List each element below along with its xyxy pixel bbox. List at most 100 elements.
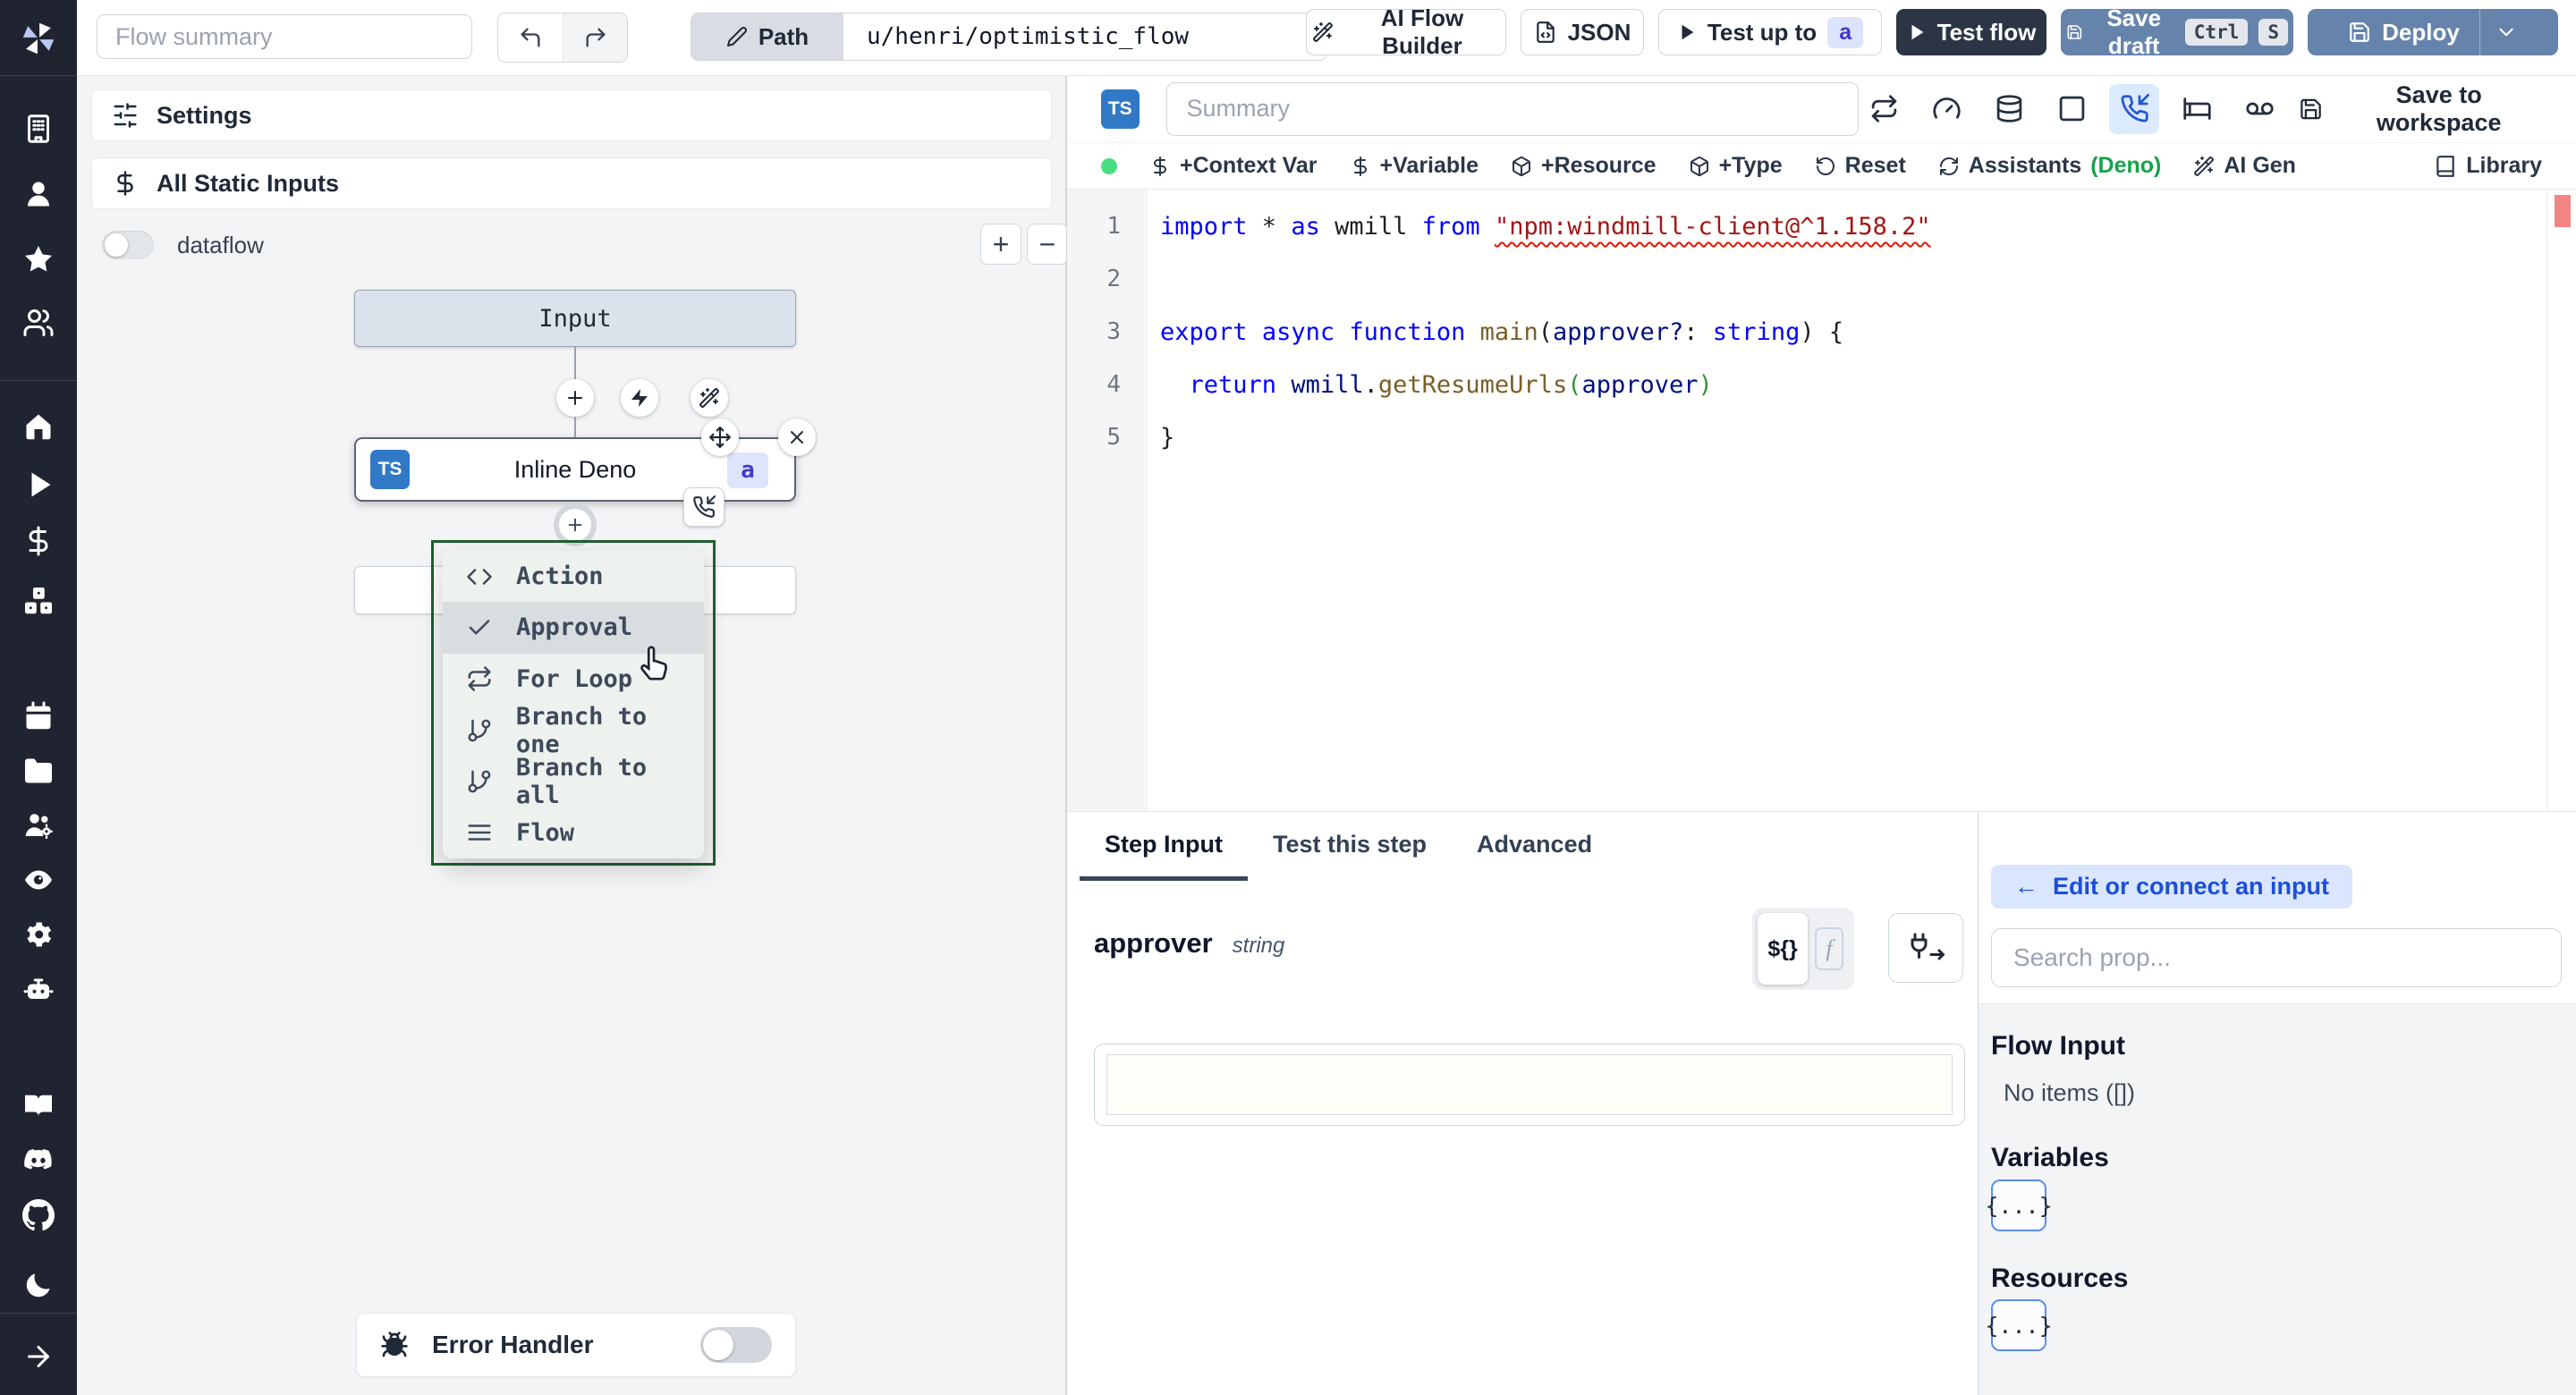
variables-title: Variables [1991, 1143, 2109, 1172]
repeat-icon [466, 665, 493, 692]
folder-icon[interactable] [0, 752, 77, 790]
editor-code[interactable]: import * as wmill from "npm:windmill-cli… [1160, 200, 2522, 811]
save-to-workspace-button[interactable]: Save to workspace [2299, 81, 2544, 137]
arrow-right-icon[interactable] [0, 1338, 77, 1375]
approver-value-input[interactable] [1094, 1044, 1965, 1126]
test-up-to-step-badge: a [1827, 16, 1864, 48]
code-line[interactable]: } [1160, 411, 2522, 464]
play-icon[interactable] [0, 466, 77, 503]
deploy-button[interactable]: Deploy [2308, 9, 2558, 55]
dollar-icon [1149, 156, 1171, 177]
ai-insert-button[interactable] [691, 379, 728, 417]
code-editor[interactable]: 1 2 3 4 5 import * as wmill from "npm:windmi… [1067, 190, 2576, 812]
add-variable-button[interactable]: +Variable [1350, 153, 1479, 179]
step-node-inline-deno[interactable]: TS Inline Deno a [354, 418, 816, 527]
undo-button[interactable] [498, 13, 563, 62]
dollar-icon [1350, 156, 1371, 177]
path-value[interactable]: u/henri/optimistic_flow [843, 13, 1326, 60]
code-icon [466, 563, 493, 590]
error-handler-toggle[interactable] [700, 1327, 772, 1363]
sleep-icon[interactable] [2172, 84, 2222, 134]
json-button[interactable]: JSON [1521, 9, 1644, 55]
discord-icon[interactable] [0, 1141, 77, 1179]
add-type-button[interactable]: +Type [1689, 153, 1783, 179]
tab-test-this-step[interactable]: Test this step [1248, 812, 1452, 881]
test-up-to-button[interactable]: Test up to a [1658, 9, 1882, 55]
moon-icon[interactable] [0, 1266, 77, 1304]
home-icon[interactable] [0, 408, 77, 445]
flow-input-node[interactable]: Input [354, 290, 796, 347]
calendar-icon[interactable] [0, 698, 77, 735]
save-draft-button[interactable]: Save draft Ctrl S [2061, 4, 2293, 59]
error-handler-row[interactable]: Error Handler [356, 1313, 796, 1377]
resources-object-chip[interactable]: {...} [1985, 1299, 2053, 1351]
step-editor-panel: TS Save to workspace +Context Var +Variab… [1066, 75, 2576, 1395]
code-line[interactable] [1160, 253, 2522, 306]
tab-advanced[interactable]: Advanced [1452, 812, 1617, 881]
bot-icon[interactable] [0, 972, 77, 1010]
suspend-approval-icon[interactable] [2109, 83, 2160, 134]
left-nav-sidebar [0, 0, 77, 1395]
insert-step-button[interactable] [556, 379, 594, 417]
path-field[interactable]: Path u/henri/optimistic_flow [691, 13, 1327, 61]
dataflow-label: dataflow [177, 231, 264, 258]
menu-item-branch-to-all[interactable]: Branch to all [443, 754, 704, 809]
book-open-icon[interactable] [0, 1086, 77, 1124]
fn-mode-button[interactable]: f [1809, 922, 1849, 976]
code-line[interactable]: return wmill.getResumeUrls(approver) [1160, 359, 2522, 411]
variables-object-chip[interactable]: {...} [1985, 1179, 2053, 1231]
gear-icon[interactable] [0, 916, 77, 953]
zoom-in-button[interactable]: + [980, 224, 1021, 265]
users-icon[interactable] [0, 304, 77, 342]
all-static-inputs-row[interactable]: All Static Inputs [91, 157, 1052, 209]
retries-icon[interactable] [1859, 84, 1909, 134]
deploy-divider [2479, 9, 2480, 55]
flow-settings-row[interactable]: Settings [91, 89, 1052, 141]
reset-button[interactable]: Reset [1815, 153, 1906, 179]
sidebar-divider [0, 380, 77, 381]
trigger-button[interactable] [621, 379, 658, 417]
sliders-icon [112, 102, 139, 129]
cache-icon[interactable] [1984, 84, 2034, 134]
test-flow-button[interactable]: Test flow [1896, 9, 2046, 55]
add-context-var-button[interactable]: +Context Var [1149, 153, 1318, 179]
concurrency-icon[interactable] [2046, 84, 2097, 134]
add-resource-button[interactable]: +Resource [1511, 153, 1657, 179]
menu-item-branch-to-one[interactable]: Branch to one [443, 703, 704, 758]
boxes-icon[interactable] [0, 582, 77, 620]
library-button[interactable]: Library [2428, 152, 2547, 180]
chevron-down-icon[interactable] [2495, 21, 2518, 44]
assistants-button[interactable]: Assistants (Deno) [1938, 153, 2161, 179]
delete-step-button[interactable] [778, 418, 816, 456]
menu-item-flow[interactable]: Flow [443, 807, 704, 858]
early-stop-icon[interactable] [1921, 84, 1971, 134]
connect-input-button[interactable] [1888, 913, 1963, 983]
users-cog-icon[interactable] [0, 807, 77, 844]
edit-or-connect-button[interactable]: ← Edit or connect an input [1991, 865, 2352, 909]
line-number: 5 [1106, 424, 1121, 451]
flow-summary-input[interactable] [97, 14, 472, 59]
ai-flow-builder-button[interactable]: AI Flow Builder [1306, 4, 1506, 59]
dataflow-toggle[interactable] [102, 231, 154, 259]
tab-step-input[interactable]: Step Input [1080, 812, 1248, 881]
eye-icon[interactable] [0, 861, 77, 899]
editor-scrollbar[interactable] [2546, 190, 2547, 811]
step-summary-input[interactable] [1165, 81, 1860, 136]
book-icon [2434, 155, 2457, 178]
zoom-out-button[interactable]: − [1027, 224, 1068, 265]
ai-gen-button[interactable]: AI Gen [2193, 153, 2296, 179]
menu-item-action[interactable]: Action [443, 551, 704, 602]
user-icon[interactable] [0, 175, 77, 213]
dollar-icon[interactable] [0, 522, 77, 560]
mock-icon[interactable] [2234, 84, 2284, 134]
redo-button[interactable] [563, 13, 627, 62]
expr-mode-button[interactable]: ${} [1758, 913, 1808, 985]
code-line[interactable]: export async function main(approver?: st… [1160, 306, 2522, 359]
github-icon[interactable] [0, 1196, 77, 1234]
search-prop-input[interactable] [1991, 928, 2562, 987]
building-icon[interactable] [0, 110, 77, 148]
bug-icon [380, 1331, 409, 1359]
move-step-handle[interactable] [701, 418, 739, 456]
star-icon[interactable] [0, 241, 77, 278]
code-line[interactable]: import * as wmill from "npm:windmill-cli… [1160, 200, 2522, 253]
